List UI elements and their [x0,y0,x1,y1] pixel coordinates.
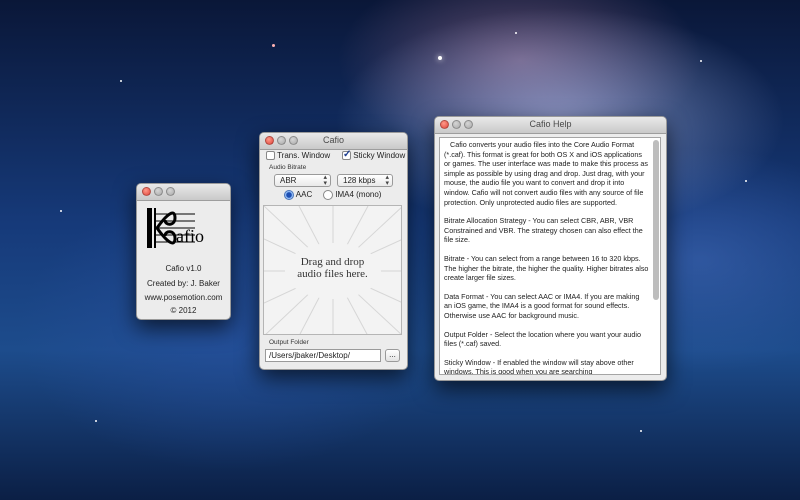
about-window[interactable]: afio Cafio v1.0 Created by: J. Baker www… [136,183,231,320]
main-window[interactable]: Cafio Trans. Window Sticky Window Audio … [259,132,408,370]
drop-zone[interactable]: Drag and drop audio files here. [263,205,402,335]
updown-arrows-icon: ▴ ▾ [385,174,389,187]
output-path-field[interactable]: /Users/jbaker/Desktop/ [265,349,381,362]
trans-window-label: Trans. Window [277,151,331,160]
format-ima4-radio[interactable]: IMA4 (mono) [323,190,381,200]
star [272,44,275,47]
checkbox-checked-icon[interactable] [342,149,351,161]
format-aac-radio[interactable]: AAC [284,190,312,200]
help-paragraph: Output Folder - Select the location wher… [444,329,643,349]
star [515,32,517,34]
about-titlebar[interactable] [137,184,230,201]
zoom-icon[interactable] [166,187,175,196]
app-version: Cafio v1.0 [165,264,202,273]
help-paragraph: Data Format - You can select AAC or IMA4… [444,291,642,320]
scrollbar-thumb[interactable] [653,140,659,300]
main-titlebar[interactable]: Cafio [260,133,407,150]
bitrate-select[interactable]: 128 kbps ▴ ▾ [337,174,393,187]
bitrate-value: 128 kbps [343,176,376,185]
drop-line-2: audio files here. [297,268,368,280]
logo-text: afio [176,226,204,246]
drop-instruction: Drag and drop audio files here. [264,256,401,280]
updown-arrows-icon: ▴ ▾ [323,174,327,187]
help-paragraph: Bitrate - You can select from a range be… [444,253,651,283]
star [700,60,702,62]
copyright: © 2012 [170,306,197,315]
sticky-window-checkbox[interactable]: Sticky Window [342,149,406,161]
strategy-value: ABR [280,176,297,185]
help-window-title: Cafio Help [529,119,572,129]
star [120,80,122,82]
help-paragraph: Sticky Window - If enabled the window wi… [444,357,636,375]
help-paragraph: Cafio converts your audio files into the… [444,140,651,207]
close-icon[interactable] [142,187,151,196]
drop-line-1: Drag and drop [300,256,365,268]
minimize-icon[interactable] [154,187,163,196]
star [640,430,642,432]
star [438,56,442,60]
help-scrollbar[interactable] [653,140,659,372]
browse-button[interactable]: ... [385,349,400,362]
cafio-logo: afio [145,206,225,250]
created-by: Created by: J. Baker [147,279,220,288]
star [60,210,62,212]
star [745,180,747,182]
help-window[interactable]: Cafio Help Cafio converts your audio fil… [434,116,667,381]
help-text-content: Cafio converts your audio files into the… [444,140,651,375]
audio-bitrate-label: Audio Bitrate [269,164,307,171]
radio-icon[interactable] [323,190,333,200]
help-titlebar[interactable]: Cafio Help [435,117,666,134]
format-aac-label: AAC [295,190,313,200]
format-ima4-label: IMA4 (mono) [335,190,382,200]
help-text-area[interactable]: Cafio converts your audio files into the… [439,137,661,375]
star [95,420,97,422]
help-paragraph: Bitrate Allocation Strategy - You can se… [444,216,645,245]
trans-window-checkbox[interactable]: Trans. Window [266,151,331,161]
sticky-window-label: Sticky Window [353,151,406,160]
window-title: Cafio [322,135,344,145]
output-folder-label: Output Folder [269,339,309,346]
radio-selected-icon[interactable] [284,190,294,200]
website-link[interactable]: www.posemotion.com [137,293,230,302]
strategy-select[interactable]: ABR ▴ ▾ [274,174,331,187]
checkbox-icon[interactable] [266,151,275,161]
